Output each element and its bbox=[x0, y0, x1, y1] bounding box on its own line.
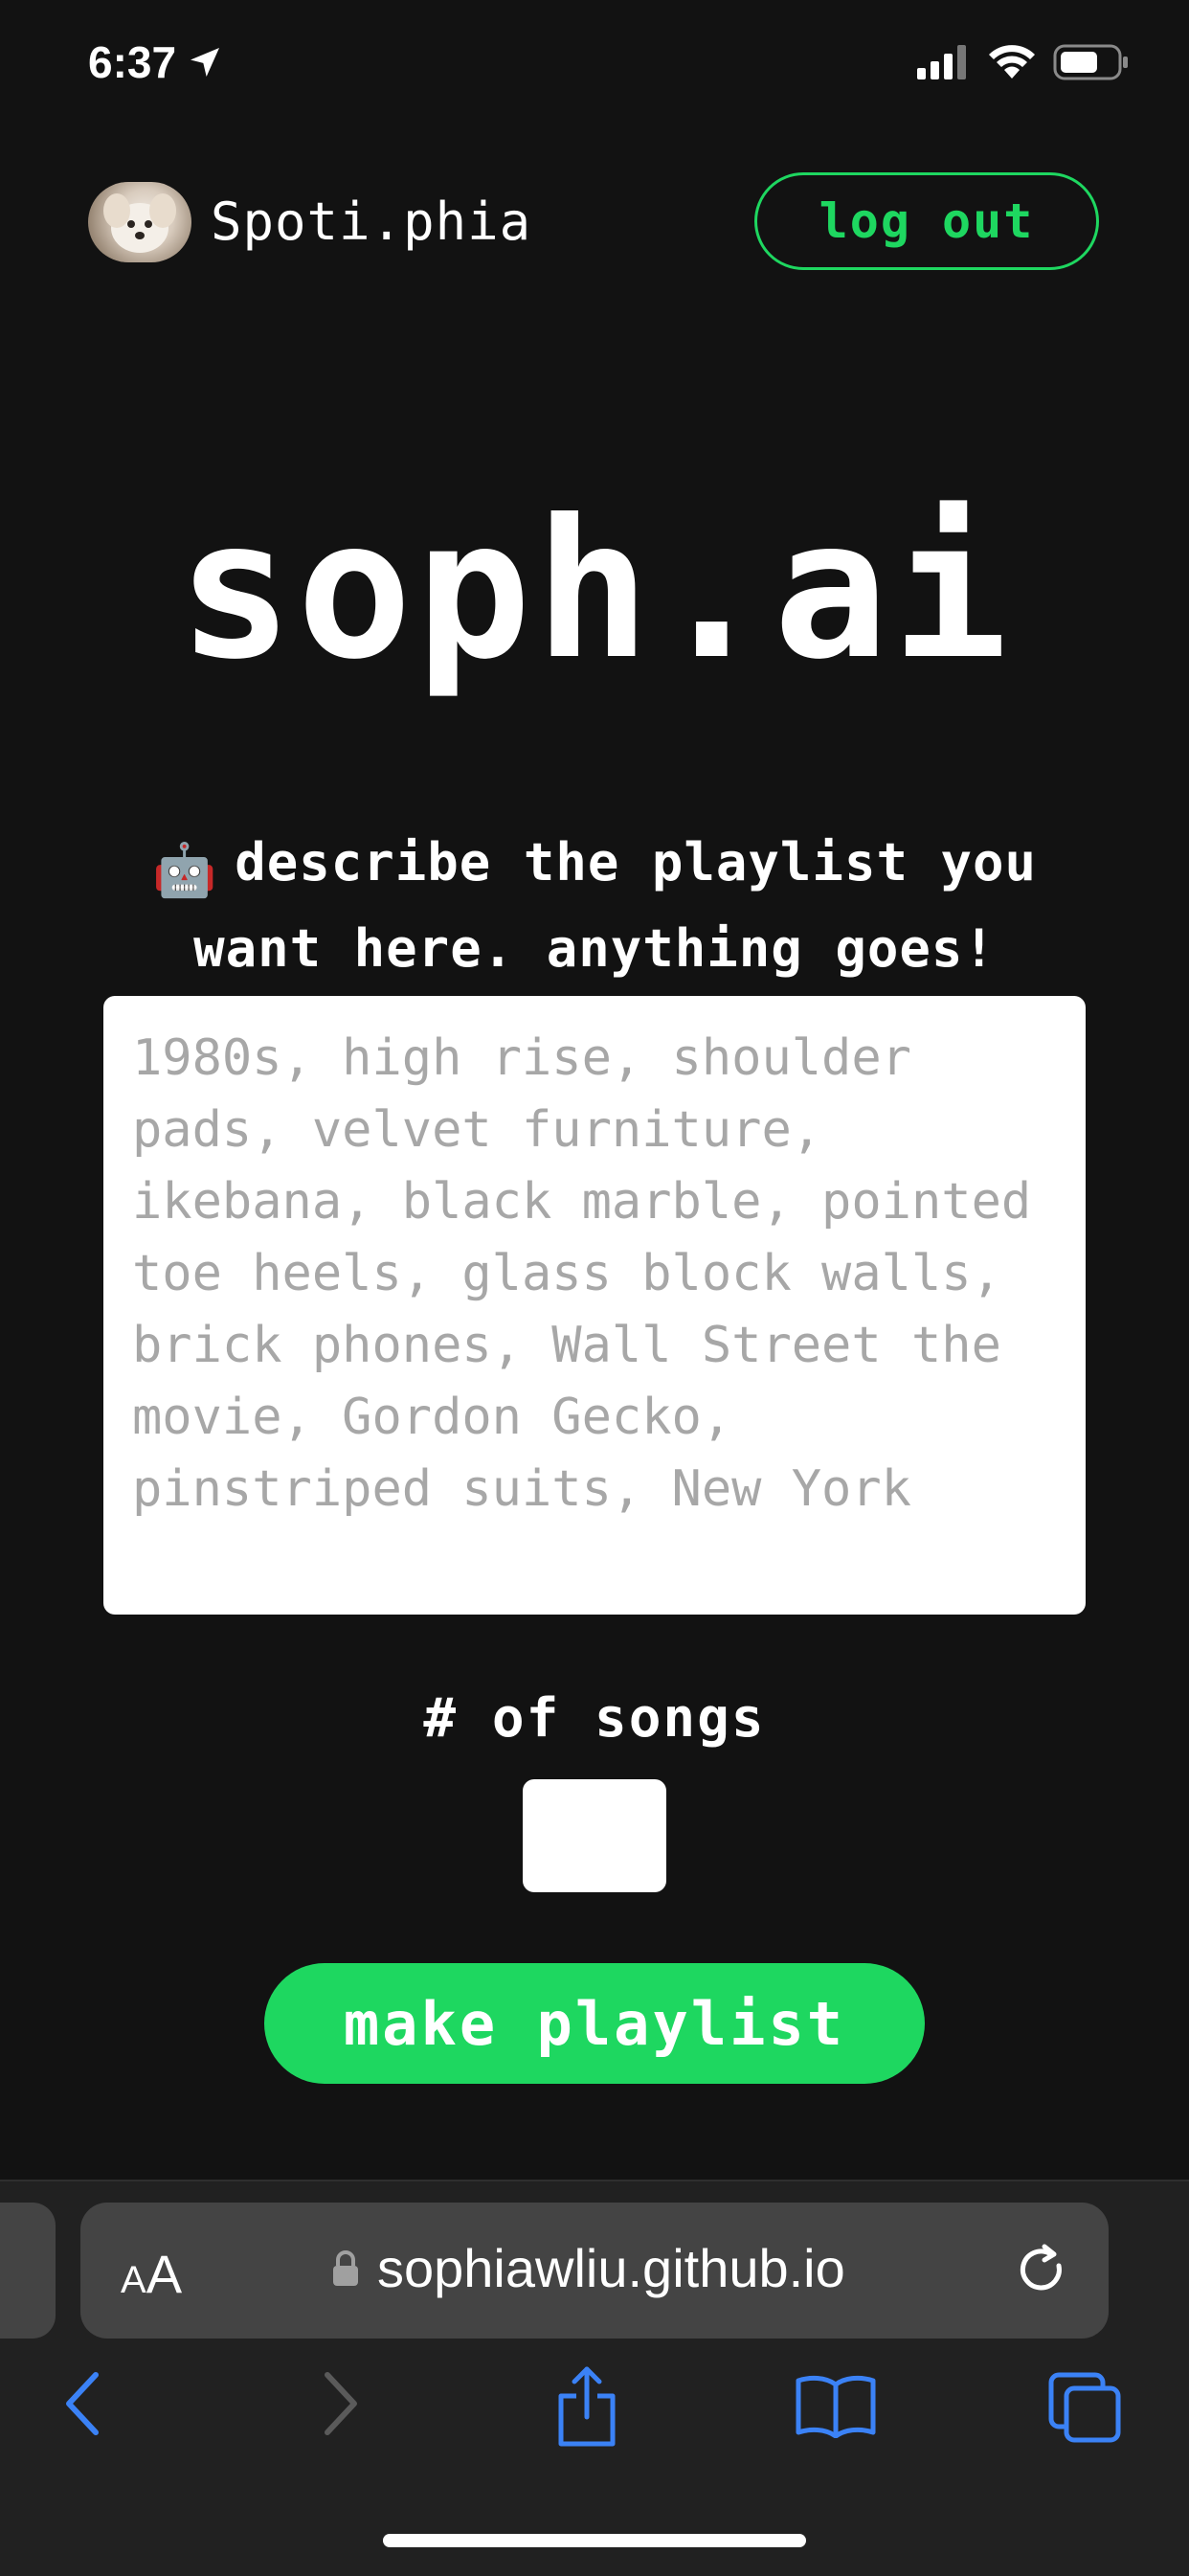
lock-icon bbox=[333, 2249, 358, 2286]
back-arrow-icon[interactable] bbox=[59, 2365, 107, 2442]
prompt-label: describe the playlist you want here. any… bbox=[193, 832, 1038, 979]
robot-icon: 🤖 bbox=[151, 840, 218, 900]
avatar bbox=[88, 182, 191, 262]
songs-count-input[interactable] bbox=[523, 1779, 666, 1892]
signal-icon bbox=[917, 45, 966, 79]
avatar-dog-image bbox=[103, 193, 176, 253]
reload-icon[interactable] bbox=[1013, 2241, 1072, 2300]
share-icon[interactable] bbox=[553, 2365, 620, 2448]
text-size-button[interactable]: AA bbox=[121, 2243, 182, 2305]
home-indicator[interactable] bbox=[383, 2534, 806, 2547]
url-text: sophiawliu.github.io bbox=[377, 2238, 845, 2298]
battery-icon bbox=[1053, 44, 1128, 80]
url-display[interactable]: sophiawliu.github.io bbox=[331, 2237, 845, 2299]
brand-name: Spoti.phia bbox=[211, 192, 532, 252]
text-size-small: A bbox=[121, 2259, 146, 2301]
playlist-description-input[interactable]: 1980s, high rise, shoulder pads, velvet … bbox=[103, 996, 1086, 1615]
bookmarks-icon[interactable] bbox=[795, 2371, 877, 2438]
wifi-icon bbox=[989, 45, 1035, 79]
make-playlist-button[interactable]: make playlist bbox=[264, 1963, 925, 2084]
tabs-icon[interactable] bbox=[1047, 2371, 1124, 2444]
logout-button[interactable]: log out bbox=[754, 172, 1099, 270]
text-size-big: A bbox=[146, 2244, 183, 2304]
previous-tab-preview[interactable] bbox=[0, 2203, 56, 2339]
prompt-text: 🤖 describe the playlist you want here. an… bbox=[105, 824, 1084, 988]
forward-arrow-icon[interactable] bbox=[316, 2365, 364, 2442]
status-time-text: 6:37 bbox=[88, 37, 177, 87]
status-icons bbox=[917, 44, 1130, 80]
location-arrow-icon bbox=[191, 48, 220, 77]
page-title: soph.ai bbox=[177, 479, 1012, 702]
songs-count-label: # of songs bbox=[423, 1687, 766, 1750]
status-time: 6:37 bbox=[88, 36, 224, 88]
